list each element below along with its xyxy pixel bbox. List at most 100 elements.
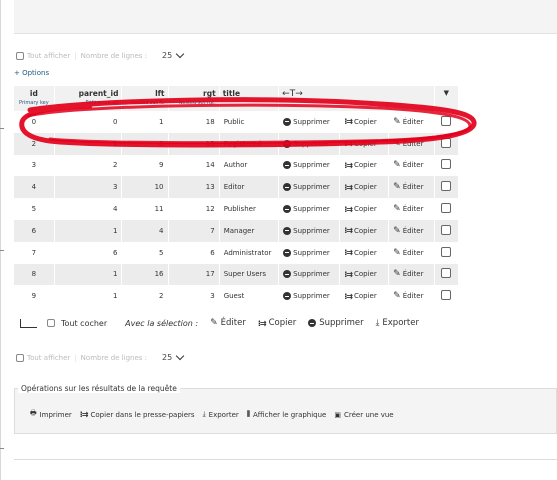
chart-link[interactable]: ⫼ Afficher le graphique [247, 410, 327, 419]
top-panel [14, 0, 557, 34]
row-delete-button[interactable]: Supprimer [283, 248, 335, 257]
bulk-actions-row: Tout cocher Avec la sélection : ✎ Éditer… [20, 318, 419, 328]
cell-lft: 9 [121, 154, 169, 177]
pencil-icon: ✎ [393, 247, 401, 258]
cell-id: 5 [14, 198, 55, 220]
chart-icon: ⫼ [246, 410, 251, 418]
show-all-checkbox[interactable] [16, 51, 24, 60]
show-all-checkbox-bottom[interactable] [16, 353, 24, 362]
pencil-icon: ✎ [393, 116, 401, 127]
row-checkbox[interactable] [441, 203, 452, 214]
pencil-icon: ✎ [393, 225, 401, 236]
cell-title: Guest [219, 285, 280, 308]
export-link[interactable]: ⤓ Exporter [203, 410, 239, 419]
cell-title: Editor [219, 176, 280, 199]
column-header-parent-id[interactable]: parent_id Référence au [54, 86, 123, 111]
row-delete-button[interactable]: Supprimer [283, 139, 335, 148]
chevron-down-icon [175, 49, 185, 59]
cell-rgt: 12 [168, 198, 220, 220]
cell-parent-id: 1 [54, 285, 123, 308]
row-copy-button[interactable]: ⁝⇉ Copier [344, 248, 384, 257]
row-checkbox[interactable] [441, 137, 452, 148]
cell-id: 6 [14, 219, 55, 242]
row-copy-button[interactable]: ⁝⇉ Copier [344, 161, 384, 170]
delete-icon [283, 248, 292, 257]
row-edit-button[interactable]: ✎ Éditer [393, 160, 430, 170]
row-copy-button[interactable]: ⁝⇉ Copier [344, 270, 384, 279]
table-row: 3 2 9 14 Author Supprimer ⁝⇉ Copier ✎ Éditer [14, 154, 460, 177]
copy-icon: ⁝⇉ [344, 291, 353, 301]
cell-title: Publisher [219, 198, 280, 220]
check-all-label[interactable]: Tout cocher [61, 319, 107, 328]
cell-lft: 16 [121, 263, 169, 286]
row-checkbox[interactable] [441, 268, 452, 279]
row-delete-button[interactable]: Supprimer [283, 117, 335, 126]
column-header-id[interactable]: id Primary key [14, 86, 55, 111]
header-menu[interactable]: ▼ [434, 86, 460, 111]
show-all-label-bottom[interactable]: Tout afficher [27, 354, 70, 362]
column-arrows-icon[interactable]: ←T→ [282, 89, 431, 99]
row-delete-button[interactable]: Supprimer [283, 183, 335, 192]
column-header-rgt[interactable]: rgt Nested set rgt. [168, 86, 220, 111]
check-all-checkbox[interactable] [47, 319, 55, 327]
row-edit-button[interactable]: ✎ Éditer [393, 291, 430, 301]
show-all-label[interactable]: Tout afficher [27, 52, 70, 60]
row-copy-button[interactable]: ⁝⇉ Copier [344, 183, 384, 192]
print-link[interactable]: 🖶 Imprimer [30, 409, 72, 420]
cell-lft: 5 [121, 241, 169, 264]
cell-rgt: 15 [168, 132, 220, 155]
copy-clipboard-link[interactable]: ⁝⇉ Copier dans le presse-papiers [80, 410, 195, 419]
cell-rgt: 14 [168, 154, 220, 177]
left-frame-edge [0, 0, 1, 480]
pencil-icon: ✎ [210, 318, 218, 328]
row-copy-button[interactable]: ⁝⇉ Copier [344, 205, 384, 214]
cell-parent-id: 1 [54, 219, 123, 242]
row-delete-button[interactable]: Supprimer [283, 161, 335, 170]
row-delete-button[interactable]: Supprimer [283, 226, 335, 235]
row-edit-button[interactable]: ✎ Éditer [393, 139, 430, 149]
row-checkbox[interactable] [441, 290, 452, 301]
rows-count-select[interactable]: 25 [162, 49, 185, 60]
row-checkbox[interactable] [441, 224, 452, 235]
row-edit-button[interactable]: ✎ Éditer [393, 117, 430, 127]
column-header-title[interactable]: title [219, 86, 280, 111]
row-delete-button[interactable]: Supprimer [283, 205, 335, 214]
row-edit-button[interactable]: ✎ Éditer [393, 226, 430, 236]
cell-rgt: 3 [168, 285, 220, 308]
query-operations-row: 🖶 Imprimer ⁝⇉ Copier dans le presse-papi… [30, 409, 394, 420]
row-edit-button[interactable]: ✎ Éditer [393, 182, 430, 192]
bulk-delete-button[interactable]: Supprimer [308, 318, 364, 328]
cell-id: 3 [14, 154, 55, 177]
export-icon: ⤓ [375, 318, 380, 328]
row-checkbox[interactable] [441, 159, 452, 170]
rows-count-select-bottom[interactable]: 25 [162, 351, 185, 362]
table-row: 5 4 11 12 Publisher Supprimer ⁝⇉ Copier ✎ Éditer [14, 198, 460, 220]
row-copy-button[interactable]: ⁝⇉ Copier [344, 292, 384, 301]
cell-id: 0 [14, 111, 55, 133]
row-checkbox[interactable] [441, 115, 452, 126]
row-edit-button[interactable]: ✎ Éditer [393, 248, 430, 258]
row-copy-button[interactable]: ⁝⇉ Copier [344, 117, 384, 126]
row-delete-button[interactable]: Supprimer [283, 292, 335, 301]
row-edit-button[interactable]: ✎ Éditer [393, 269, 430, 279]
copy-icon: ⁝⇉ [344, 248, 353, 258]
cell-lft: 1 [121, 111, 169, 133]
row-checkbox[interactable] [441, 181, 452, 192]
options-link[interactable]: + Options [14, 69, 49, 77]
row-edit-button[interactable]: ✎ Éditer [393, 204, 430, 214]
row-checkbox[interactable] [441, 246, 452, 257]
create-view-link[interactable]: ▣ Créer une vue [334, 411, 393, 419]
frame-tick [0, 448, 4, 449]
bulk-export-button[interactable]: ⤓ Exporter [376, 318, 419, 328]
column-header-lft[interactable]: lft Nested set ft. [121, 86, 169, 111]
delete-icon [283, 205, 292, 214]
row-copy-button[interactable]: ⁝⇉ Copier [344, 139, 384, 148]
row-delete-button[interactable]: Supprimer [283, 270, 335, 279]
row-copy-button[interactable]: ⁝⇉ Copier [344, 226, 384, 235]
triangle-down-icon: ▼ [443, 89, 450, 97]
bulk-copy-button[interactable]: ⁝⇉ Copier [258, 318, 296, 328]
bulk-edit-button[interactable]: ✎ Éditer [210, 318, 246, 328]
cell-rgt: 18 [168, 111, 220, 133]
copy-icon: ⁝⇉ [344, 226, 353, 236]
delete-icon [283, 183, 292, 192]
